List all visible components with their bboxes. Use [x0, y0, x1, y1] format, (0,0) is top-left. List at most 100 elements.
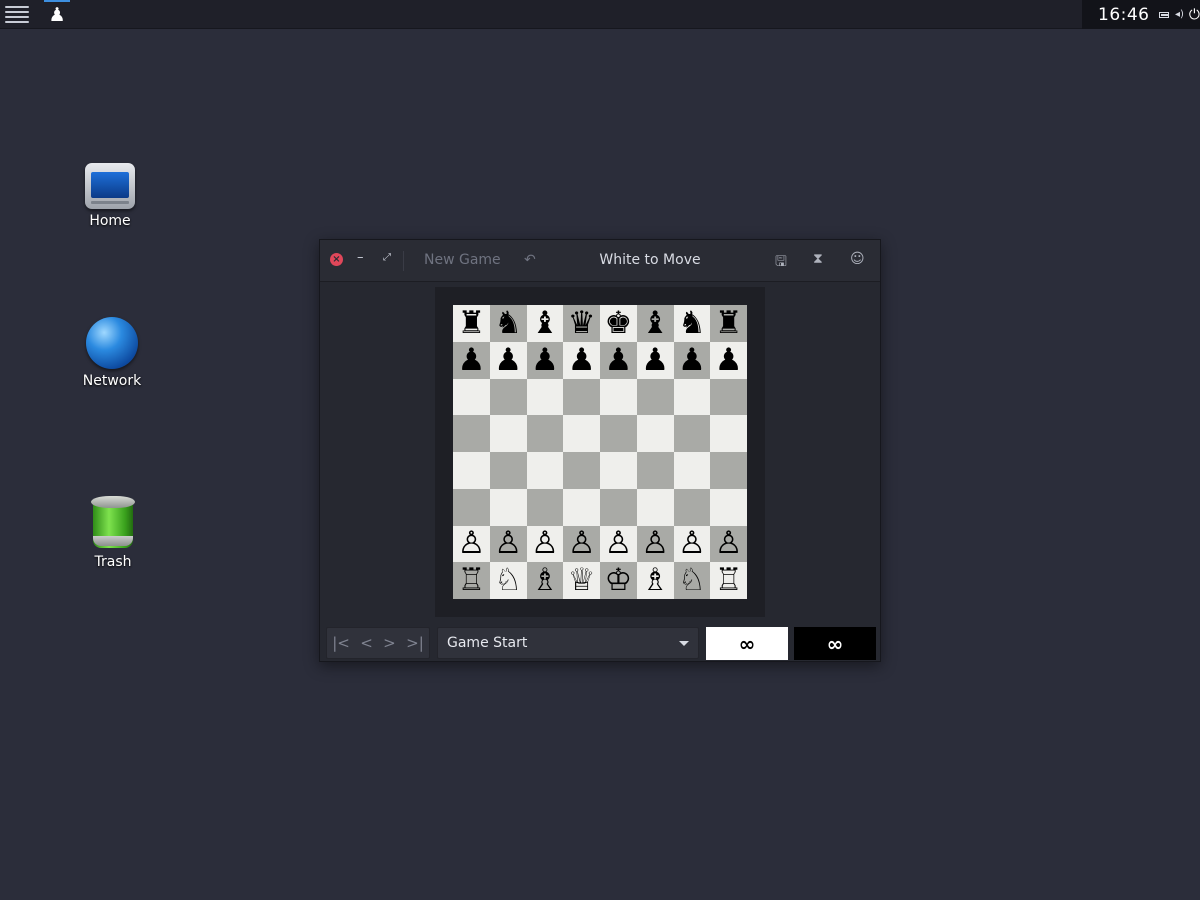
- chess-piece-icon[interactable]: ♜: [457, 307, 485, 339]
- square-a2[interactable]: ♙: [453, 525, 490, 563]
- undo-icon[interactable]: ↶: [524, 252, 536, 268]
- square-g6[interactable]: [673, 378, 711, 416]
- chess-piece-icon[interactable]: ♙: [494, 528, 522, 559]
- chess-piece-icon[interactable]: ♟: [531, 344, 559, 376]
- square-f6[interactable]: [636, 378, 674, 416]
- new-game-button[interactable]: New Game: [424, 252, 501, 268]
- chess-piece-icon[interactable]: ♟: [604, 344, 632, 376]
- chess-piece-icon[interactable]: ♝: [531, 307, 559, 339]
- square-g3[interactable]: [673, 488, 711, 526]
- chess-piece-icon[interactable]: ♖: [715, 565, 743, 596]
- move-history-dropdown[interactable]: Game Start: [437, 627, 699, 659]
- chess-piece-icon[interactable]: ♙: [604, 528, 632, 559]
- chess-piece-icon[interactable]: ♟: [678, 344, 706, 376]
- square-c2[interactable]: ♙: [526, 525, 564, 563]
- chess-piece-icon[interactable]: ♜: [715, 307, 743, 339]
- square-e4[interactable]: [600, 452, 637, 489]
- square-a7[interactable]: ♟: [453, 341, 490, 379]
- square-c6[interactable]: [526, 378, 564, 416]
- chess-piece-icon[interactable]: ♟: [457, 344, 485, 376]
- desktop-icon-home[interactable]: Home: [60, 163, 160, 229]
- square-c3[interactable]: [526, 488, 564, 526]
- chess-piece-icon[interactable]: ♟: [568, 344, 596, 376]
- square-f8[interactable]: ♝: [636, 305, 674, 342]
- square-b8[interactable]: ♞: [489, 305, 527, 342]
- square-d6[interactable]: [563, 378, 600, 416]
- chess-piece-icon[interactable]: ♟: [494, 344, 522, 376]
- close-window-button[interactable]: ×: [330, 253, 343, 266]
- square-b7[interactable]: ♟: [489, 341, 527, 379]
- chess-piece-icon[interactable]: ♗: [641, 565, 669, 596]
- square-e7[interactable]: ♟: [600, 341, 637, 379]
- taskbar-chess-app[interactable]: ♟: [44, 0, 70, 29]
- chess-piece-icon[interactable]: ♙: [678, 528, 706, 559]
- square-a5[interactable]: [453, 415, 490, 452]
- square-b4[interactable]: [489, 452, 527, 489]
- last-move-button[interactable]: >|: [406, 634, 424, 652]
- chess-piece-icon[interactable]: ♞: [494, 307, 522, 339]
- chess-piece-icon[interactable]: ♙: [457, 528, 485, 559]
- square-e8[interactable]: ♚: [600, 305, 637, 342]
- square-h7[interactable]: ♟: [710, 341, 747, 379]
- square-g4[interactable]: [673, 452, 711, 489]
- desktop-icon-network[interactable]: Network: [62, 317, 162, 389]
- square-b5[interactable]: [489, 415, 527, 452]
- square-a8[interactable]: ♜: [453, 305, 490, 342]
- chess-piece-icon[interactable]: ♚: [604, 307, 632, 339]
- applications-menu-icon[interactable]: [4, 4, 30, 25]
- chess-piece-icon[interactable]: ♛: [568, 307, 596, 339]
- square-d5[interactable]: [563, 415, 600, 452]
- chess-piece-icon[interactable]: ♕: [568, 565, 596, 596]
- save-icon[interactable]: 🖫: [775, 251, 787, 275]
- square-a4[interactable]: [453, 452, 490, 489]
- minimize-window-button[interactable]: –: [357, 250, 364, 265]
- square-g1[interactable]: ♘: [673, 562, 711, 599]
- square-c7[interactable]: ♟: [526, 341, 564, 379]
- square-c5[interactable]: [526, 415, 564, 452]
- chess-board[interactable]: ♜ ♞ ♝ ♛ ♚ ♝ ♞ ♜ ♟ ♟ ♟ ♟ ♟ ♟ ♟ ♟ ♙ ♙ ♙ ♙ ♙ ♙ ♙ ♙ ♖ ♘ ♗ ♕ ♔ ♗ ♘ ♖: [453, 305, 747, 599]
- chess-piece-icon[interactable]: ♙: [715, 528, 743, 559]
- square-h4[interactable]: [710, 452, 747, 489]
- square-a1[interactable]: ♖: [453, 562, 490, 599]
- chess-piece-icon[interactable]: ♟: [641, 344, 669, 376]
- hourglass-icon[interactable]: ⧗: [813, 251, 823, 267]
- previous-move-button[interactable]: <: [360, 634, 373, 652]
- square-c1[interactable]: ♗: [526, 562, 564, 599]
- square-h1[interactable]: ♖: [710, 562, 747, 599]
- chess-piece-icon[interactable]: ♙: [531, 528, 559, 559]
- square-b2[interactable]: ♙: [489, 525, 527, 563]
- square-g8[interactable]: ♞: [673, 305, 711, 342]
- chess-piece-icon[interactable]: ♙: [641, 528, 669, 559]
- square-e6[interactable]: [600, 378, 637, 416]
- chess-piece-icon[interactable]: ♘: [494, 565, 522, 596]
- chess-piece-icon[interactable]: ♖: [457, 565, 485, 596]
- square-f4[interactable]: [636, 452, 674, 489]
- square-g2[interactable]: ♙: [673, 525, 711, 563]
- battery-icon[interactable]: [1158, 11, 1169, 18]
- square-d7[interactable]: ♟: [563, 341, 600, 379]
- square-c4[interactable]: [526, 452, 564, 489]
- power-icon[interactable]: ⏻: [1189, 7, 1200, 23]
- square-e2[interactable]: ♙: [600, 525, 637, 563]
- square-b6[interactable]: [489, 378, 527, 416]
- square-h8[interactable]: ♜: [710, 305, 747, 342]
- chess-piece-icon[interactable]: ♙: [568, 528, 596, 559]
- square-d2[interactable]: ♙: [563, 525, 600, 563]
- chess-piece-icon[interactable]: ♔: [604, 565, 632, 596]
- chess-piece-icon[interactable]: ♟: [715, 344, 743, 376]
- square-f1[interactable]: ♗: [636, 562, 674, 599]
- square-f7[interactable]: ♟: [636, 341, 674, 379]
- panel-clock[interactable]: 16:46: [1098, 5, 1150, 25]
- square-a6[interactable]: [453, 378, 490, 416]
- chess-piece-icon[interactable]: ♗: [531, 565, 559, 596]
- square-f5[interactable]: [636, 415, 674, 452]
- square-d3[interactable]: [563, 488, 600, 526]
- desktop-icon-trash[interactable]: Trash: [63, 496, 163, 570]
- square-b3[interactable]: [489, 488, 527, 526]
- square-c8[interactable]: ♝: [526, 305, 564, 342]
- square-a3[interactable]: [453, 488, 490, 526]
- chess-piece-icon[interactable]: ♞: [678, 307, 706, 339]
- square-b1[interactable]: ♘: [489, 562, 527, 599]
- chess-piece-icon[interactable]: ♝: [641, 307, 669, 339]
- square-g7[interactable]: ♟: [673, 341, 711, 379]
